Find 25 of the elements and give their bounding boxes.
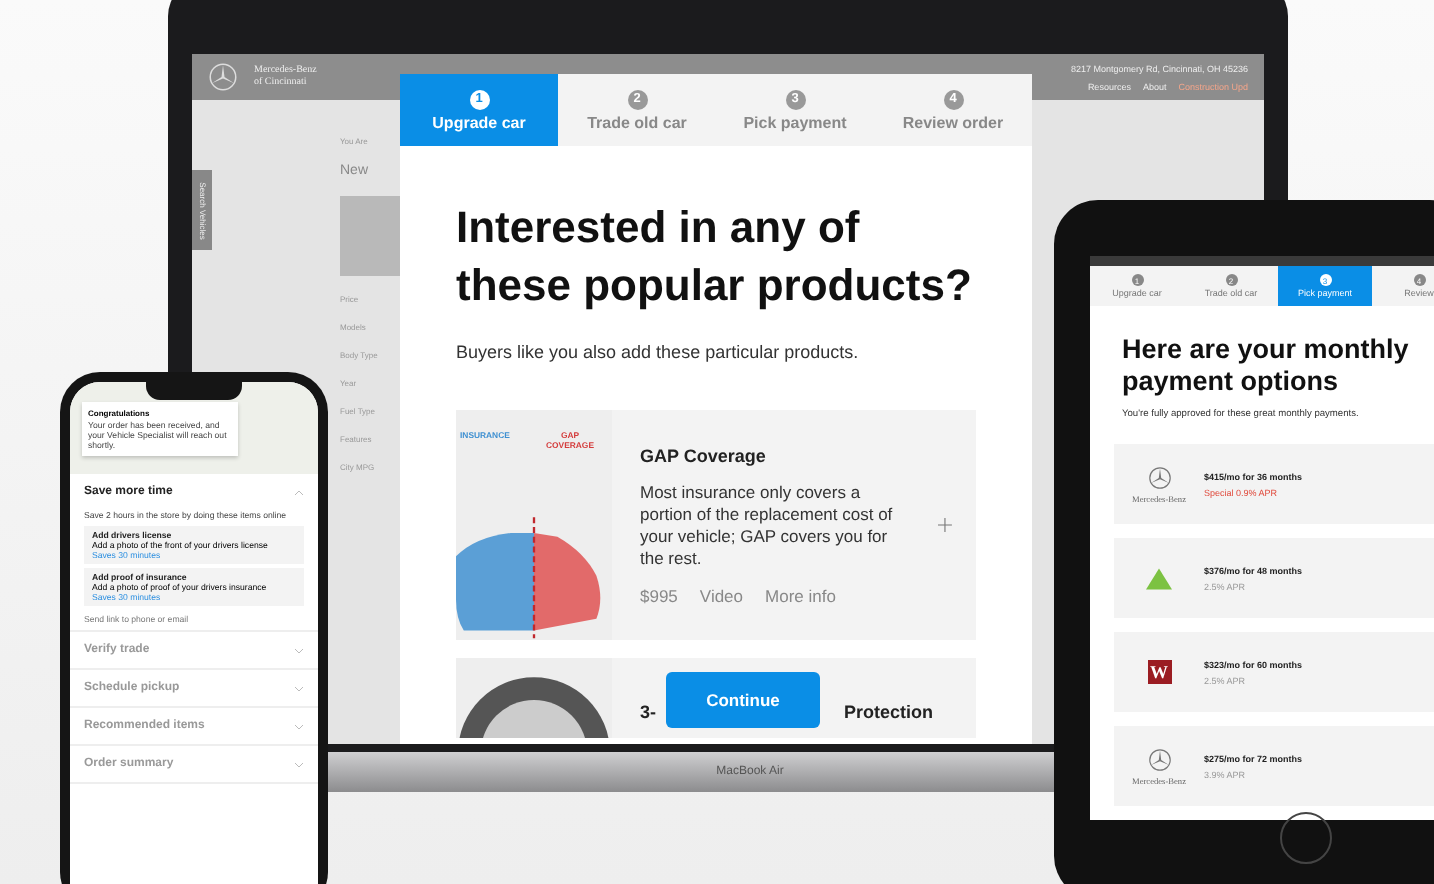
product-link[interactable]: Video [699,585,744,605]
lender-logo: W [1147,660,1171,684]
home-button[interactable] [1280,812,1332,864]
product-link[interactable]: More info [765,585,836,605]
product-price: $995 [640,585,678,605]
continue-button[interactable]: Continue [666,672,820,728]
phone-notch [146,382,242,400]
star-logo-icon [1147,747,1171,771]
plus-icon[interactable] [938,516,952,534]
photo-placeholder [340,196,400,276]
star-logo-icon [208,62,238,92]
product-title: 3- [640,702,657,722]
leaf-logo-icon [1146,567,1172,589]
chevron-icon[interactable] [294,685,304,691]
product-description: Most insurance only covers a portion of the replacement cost of your vehicle; GAP covers you for the rest. [640,481,895,569]
chevron-icon[interactable] [294,647,304,653]
star-logo-icon [1147,465,1171,489]
payment-title: Here are your monthly payment options [1122,334,1411,398]
product-title: Protection [844,702,934,722]
modal-title: Interested in any of these popular products? [456,200,974,314]
modal-subtitle: Buyers like you also add these particular products. [456,342,861,362]
chevron-icon[interactable] [294,761,304,767]
product-title: GAP Coverage [640,445,768,465]
chevron-icon[interactable] [294,723,304,729]
chevron-icon[interactable] [294,489,304,495]
